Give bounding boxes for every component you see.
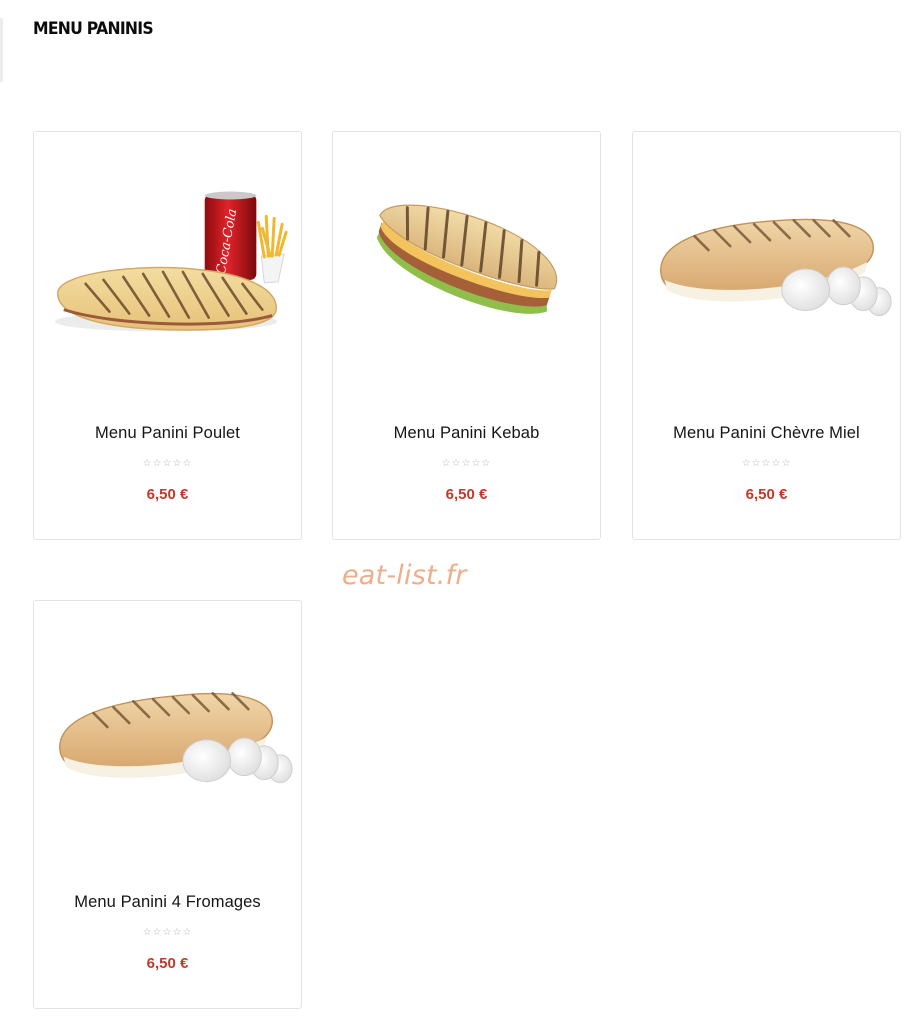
product-image[interactable] bbox=[34, 601, 301, 861]
product-card-panini-poulet[interactable]: Coca-Cola Menu Panini Poulet ☆☆☆☆☆ 6,50 … bbox=[33, 131, 302, 540]
rating-stars: ☆☆☆☆☆ bbox=[142, 458, 193, 469]
page-title: MENU PANINIS bbox=[33, 19, 154, 39]
product-card-panini-chevre-miel[interactable]: Menu Panini Chèvre Miel ☆☆☆☆☆ 6,50 € bbox=[632, 131, 901, 540]
rating-stars: ☆☆☆☆☆ bbox=[142, 927, 193, 938]
product-name[interactable]: Menu Panini Kebab bbox=[333, 424, 600, 443]
product-image[interactable] bbox=[633, 132, 900, 392]
product-card-panini-4-fromages[interactable]: Menu Panini 4 Fromages ☆☆☆☆☆ 6,50 € bbox=[33, 600, 302, 1009]
product-image[interactable] bbox=[333, 132, 600, 392]
product-price: 6,50 € bbox=[445, 486, 488, 503]
product-price: 6,50 € bbox=[745, 486, 788, 503]
product-price: 6,50 € bbox=[146, 486, 189, 503]
product-name[interactable]: Menu Panini 4 Fromages bbox=[34, 893, 301, 912]
product-image[interactable]: Coca-Cola bbox=[34, 132, 301, 392]
rating-stars: ☆☆☆☆☆ bbox=[441, 458, 492, 469]
side-panel-tab[interactable] bbox=[0, 18, 3, 82]
product-price: 6,50 € bbox=[146, 955, 189, 972]
product-name[interactable]: Menu Panini Chèvre Miel bbox=[633, 424, 900, 443]
rating-stars: ☆☆☆☆☆ bbox=[741, 458, 792, 469]
product-name[interactable]: Menu Panini Poulet bbox=[34, 424, 301, 443]
watermark: eat-list.fr bbox=[342, 560, 467, 591]
product-card-panini-kebab[interactable]: Menu Panini Kebab ☆☆☆☆☆ 6,50 € bbox=[332, 131, 601, 540]
